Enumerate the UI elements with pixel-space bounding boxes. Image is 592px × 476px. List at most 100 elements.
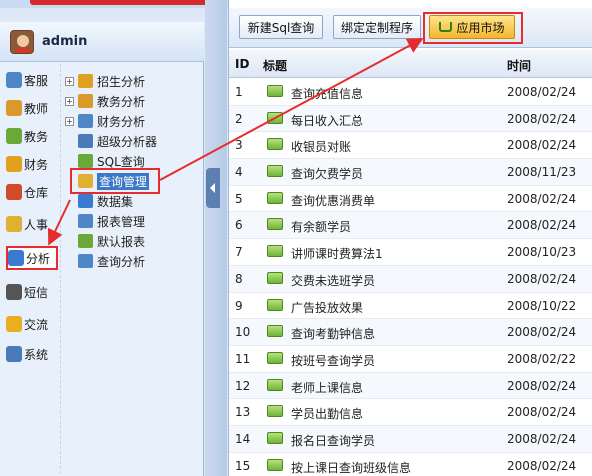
cell-id: 4 — [235, 165, 243, 180]
cell-title[interactable]: 老师上课信息 — [291, 379, 363, 396]
table-row[interactable]: 3 收银员对账 2008/02/24 — [229, 132, 592, 160]
main-panel: 新建Sql查询 绑定定制程序 应用市场 ID 标题 时间 1 查询充值信息 2008… — [228, 0, 592, 476]
splitter[interactable] — [205, 0, 227, 476]
tree-item-2[interactable]: + 财务分析 — [65, 112, 145, 130]
toolbar: 新建Sql查询 绑定定制程序 应用市场 — [229, 8, 592, 48]
category-icon — [6, 156, 22, 172]
tree-item-8[interactable]: 默认报表 — [78, 232, 145, 250]
sql-icon — [267, 111, 283, 124]
category-item-6[interactable]: 分析 — [6, 246, 58, 270]
cell-id: 12 — [235, 378, 251, 393]
tree-item-label: 查询分析 — [97, 254, 146, 269]
category-label: 人事 — [24, 217, 49, 232]
table-row[interactable]: 14 报名日查询学员 2008/02/24 — [229, 425, 592, 453]
tree-node-icon — [78, 114, 93, 128]
category-icon — [6, 284, 22, 300]
cell-title[interactable]: 交费未选班学员 — [291, 272, 375, 289]
tree-item-label: 数据集 — [97, 194, 134, 209]
user-bar: admin — [0, 22, 204, 62]
sql-icon — [267, 138, 283, 151]
table-row[interactable]: 1 查询充值信息 2008/02/24 — [229, 79, 592, 106]
cell-title[interactable]: 报名日查询学员 — [291, 432, 375, 449]
category-column: 客服教师教务财务仓库人事分析短信交流系统 — [4, 64, 58, 476]
category-label: 分析 — [26, 251, 51, 266]
cell-time: 2008/02/24 — [507, 431, 577, 446]
table-row[interactable]: 6 有余额学员 2008/02/24 — [229, 212, 592, 240]
tree-item-0[interactable]: + 招生分析 — [65, 72, 145, 90]
tree-item-3[interactable]: 超级分析器 — [78, 132, 157, 150]
category-item-9[interactable]: 系统 — [6, 342, 58, 366]
cell-time: 2008/02/24 — [507, 325, 577, 340]
sql-icon — [267, 458, 283, 471]
tree-item-label: 招生分析 — [97, 74, 146, 89]
cell-title[interactable]: 查询欠费学员 — [291, 165, 363, 182]
category-icon — [6, 316, 22, 332]
avatar[interactable] — [10, 29, 34, 54]
table-row[interactable]: 11 按班号查询学员 2008/02/22 — [229, 346, 592, 373]
cell-title[interactable]: 查询充值信息 — [291, 85, 363, 102]
cell-time: 2008/02/24 — [507, 458, 577, 473]
category-item-3[interactable]: 财务 — [6, 152, 58, 176]
cell-time: 2008/02/24 — [507, 405, 577, 420]
category-item-0[interactable]: 客服 — [6, 68, 58, 92]
table-row[interactable]: 8 交费未选班学员 2008/02/24 — [229, 265, 592, 293]
collapse-handle-icon[interactable] — [206, 168, 220, 208]
cell-id: 9 — [235, 298, 243, 313]
category-item-5[interactable]: 人事 — [6, 212, 58, 236]
cell-title[interactable]: 查询考勤钟信息 — [291, 325, 375, 342]
cell-title[interactable]: 学员出勤信息 — [291, 405, 363, 422]
tree-item-label: 默认报表 — [97, 234, 146, 249]
cell-id: 15 — [235, 458, 251, 473]
grid-header: ID 标题 时间 — [229, 50, 592, 78]
table-row[interactable]: 2 每日收入汇总 2008/02/24 — [229, 105, 592, 133]
table-row[interactable]: 9 广告投放效果 2008/10/22 — [229, 293, 592, 320]
cell-title[interactable]: 有余额学员 — [291, 218, 351, 235]
tree-node-icon — [78, 254, 93, 268]
header-time[interactable]: 时间 — [507, 57, 531, 74]
expand-icon[interactable]: + — [65, 76, 74, 86]
sql-icon — [267, 351, 283, 364]
table-row[interactable]: 5 查询优惠消费单 2008/02/24 — [229, 186, 592, 213]
category-icon — [6, 72, 22, 88]
tree-item-label: 报表管理 — [97, 214, 146, 229]
cell-id: 8 — [235, 271, 243, 286]
table-row[interactable]: 13 学员出勤信息 2008/02/24 — [229, 399, 592, 426]
cell-title[interactable]: 按班号查询学员 — [291, 352, 375, 369]
tree-item-9[interactable]: 查询分析 — [78, 252, 145, 270]
cell-title[interactable]: 按上课日查询班级信息 — [291, 459, 411, 476]
header-title[interactable]: 标题 — [263, 57, 287, 74]
cell-title[interactable]: 收银员对账 — [291, 138, 351, 155]
expand-icon[interactable]: + — [65, 96, 74, 106]
sql-icon — [267, 298, 283, 311]
table-row[interactable]: 4 查询欠费学员 2008/11/23 — [229, 159, 592, 186]
table-row[interactable]: 15 按上课日查询班级信息 2008/02/24 — [229, 453, 592, 476]
table-row[interactable]: 10 查询考勤钟信息 2008/02/24 — [229, 319, 592, 346]
cell-title[interactable]: 每日收入汇总 — [291, 112, 363, 129]
cell-title[interactable]: 广告投放效果 — [291, 299, 363, 316]
table-row[interactable]: 12 老师上课信息 2008/02/24 — [229, 372, 592, 400]
tree-item-1[interactable]: + 教务分析 — [65, 92, 145, 110]
new-sql-query-button[interactable]: 新建Sql查询 — [239, 15, 323, 39]
cell-title[interactable]: 讲师课时费算法1 — [291, 245, 383, 262]
category-label: 仓库 — [24, 185, 49, 200]
bind-program-button[interactable]: 绑定定制程序 — [333, 15, 421, 39]
cell-id: 5 — [235, 191, 243, 206]
category-item-7[interactable]: 短信 — [6, 280, 58, 304]
category-item-4[interactable]: 仓库 — [6, 180, 58, 204]
category-item-8[interactable]: 交流 — [6, 312, 58, 336]
header-id[interactable]: ID — [235, 57, 249, 71]
category-label: 财务 — [24, 157, 49, 172]
tree-node-icon — [78, 74, 93, 88]
cell-title[interactable]: 查询优惠消费单 — [291, 192, 375, 209]
tree-item-7[interactable]: 报表管理 — [78, 212, 145, 230]
expand-icon[interactable]: + — [65, 116, 74, 126]
sql-icon — [267, 378, 283, 391]
username: admin — [42, 34, 88, 49]
cell-time: 2008/10/22 — [507, 298, 577, 313]
tree-item-label: SQL查询 — [97, 154, 145, 169]
table-row[interactable]: 7 讲师课时费算法1 2008/10/23 — [229, 239, 592, 266]
sql-icon — [267, 85, 283, 97]
tree-item-6[interactable]: 数据集 — [78, 192, 133, 210]
category-item-2[interactable]: 教务 — [6, 124, 58, 148]
category-item-1[interactable]: 教师 — [6, 96, 58, 120]
